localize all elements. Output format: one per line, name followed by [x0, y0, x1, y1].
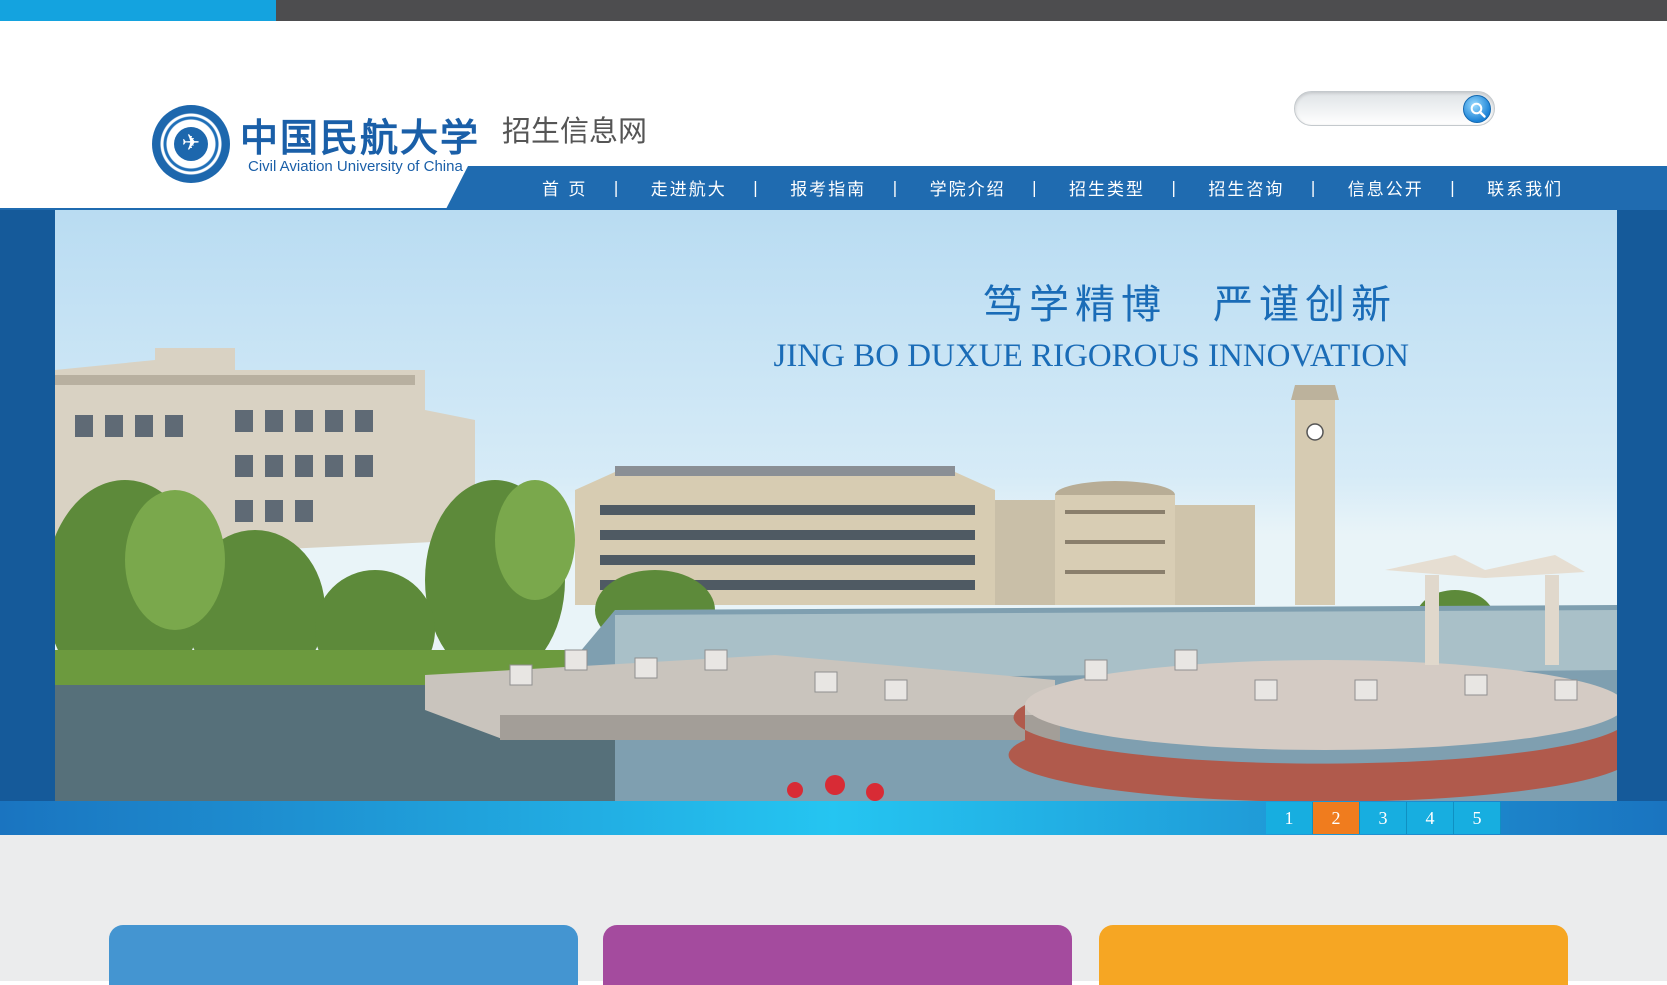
logo-name-cn: 中国民航大学 [240, 115, 481, 160]
slide-dot-5[interactable]: 5 [1454, 802, 1501, 834]
nav-item-contact[interactable]: 联系我们 [1487, 175, 1563, 200]
nav-separator: | [1449, 178, 1456, 197]
nav-separator: | [892, 178, 898, 197]
content-card-orange[interactable] [1099, 925, 1568, 985]
slider-pagination: 1 2 3 4 5 [1266, 802, 1501, 834]
slide-dot-1[interactable]: 1 [1266, 802, 1313, 834]
nav-item-colleges[interactable]: 学院介绍 [930, 175, 1006, 200]
nav-separator: | [1170, 178, 1177, 197]
search-icon [1470, 102, 1486, 118]
search-input[interactable] [1305, 98, 1455, 120]
nav-item-disclosure[interactable]: 信息公开 [1348, 175, 1424, 200]
site-logo[interactable]: ✈ 中国民航大学 Civil Aviation University of Ch… [152, 83, 492, 183]
slide-dot-3[interactable]: 3 [1360, 802, 1407, 834]
university-emblem-icon: ✈ [152, 105, 230, 183]
banner-section: 笃学精博 严谨创新 JING BO DUXUE RIGOROUS INNOVAT… [0, 210, 1667, 835]
slide-dot-2[interactable]: 2 [1313, 802, 1360, 834]
nav-separator: | [1031, 178, 1037, 197]
top-strip-accent [0, 0, 276, 21]
content-section [0, 835, 1667, 985]
slide-dot-4[interactable]: 4 [1407, 802, 1454, 834]
nav-item-consulting[interactable]: 招生咨询 [1208, 175, 1284, 200]
banner-slogan-cn: 笃学精博 严谨创新 [983, 282, 1397, 328]
content-card-purple[interactable] [603, 925, 1072, 985]
nav-separator: | [1310, 178, 1316, 197]
slider-bar: 1 2 3 4 5 [0, 801, 1667, 835]
nav-item-guide[interactable]: 报考指南 [790, 175, 866, 200]
nav-separator: | [752, 178, 759, 197]
search-box [1294, 91, 1495, 126]
hero-banner[interactable]: 笃学精博 严谨创新 JING BO DUXUE RIGOROUS INNOVAT… [55, 210, 1617, 801]
airplane-icon: ✈ [174, 127, 208, 161]
site-title: 招生信息网 [502, 114, 648, 148]
nav-separator: | [613, 178, 619, 197]
banner-slogan-en: JING BO DUXUE RIGOROUS INNOVATION [773, 338, 1409, 374]
logo-name-en: Civil Aviation University of China [248, 158, 463, 175]
main-nav: 首 页 | 走进航大 | 报考指南 | 学院介绍 | 招生类型 | 招生咨询 | 信息公开 |… [468, 166, 1667, 209]
top-strip [0, 0, 1667, 21]
nav-slant [446, 166, 468, 209]
nav-item-about[interactable]: 走进航大 [651, 175, 727, 200]
nav-item-home[interactable]: 首 页 [542, 175, 587, 200]
search-button[interactable] [1463, 95, 1491, 123]
nav-item-admission-types[interactable]: 招生类型 [1069, 175, 1145, 200]
content-card-blue[interactable] [109, 925, 578, 985]
